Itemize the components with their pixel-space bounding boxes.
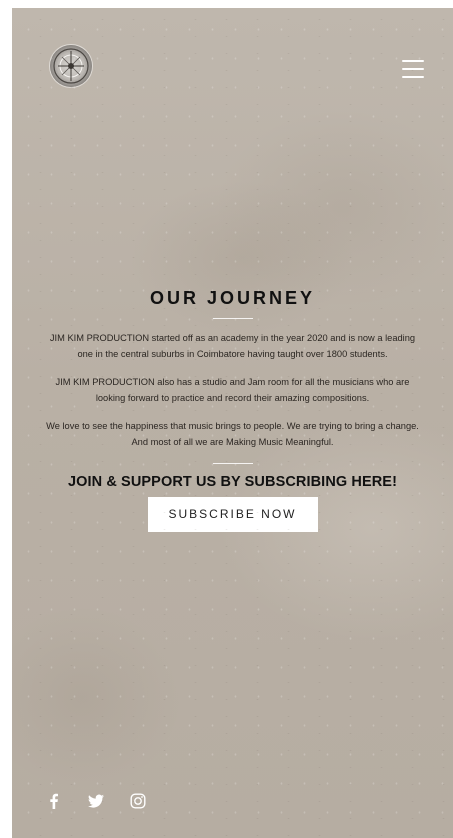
journey-paragraph-2: JIM KIM PRODUCTION also has a studio and… [55, 377, 410, 403]
social-links [46, 793, 146, 809]
title-divider [212, 318, 253, 319]
journey-paragraph-3: We love to see the happiness that music … [46, 421, 419, 447]
subscribe-heading: JOIN & SUPPORT US BY SUBSCRIBING HERE! [67, 474, 398, 490]
journey-paragraph-1: JIM KIM PRODUCTION started off as an aca… [49, 333, 416, 359]
page-title: OUR JOURNEY [149, 288, 316, 308]
facebook-icon[interactable] [46, 793, 62, 809]
our-journey-section: OUR JOURNEY JIM KIM PRODUCTION started o… [42, 288, 423, 532]
instagram-icon[interactable] [130, 793, 146, 809]
hamburger-menu-icon[interactable] [402, 60, 424, 78]
page-background: OUR JOURNEY JIM KIM PRODUCTION started o… [12, 8, 453, 838]
cta-divider [212, 463, 253, 464]
twitter-icon[interactable] [88, 793, 104, 809]
subscribe-now-button[interactable]: SUBSCRIBE NOW [147, 497, 318, 532]
logo-icon[interactable] [50, 45, 92, 87]
